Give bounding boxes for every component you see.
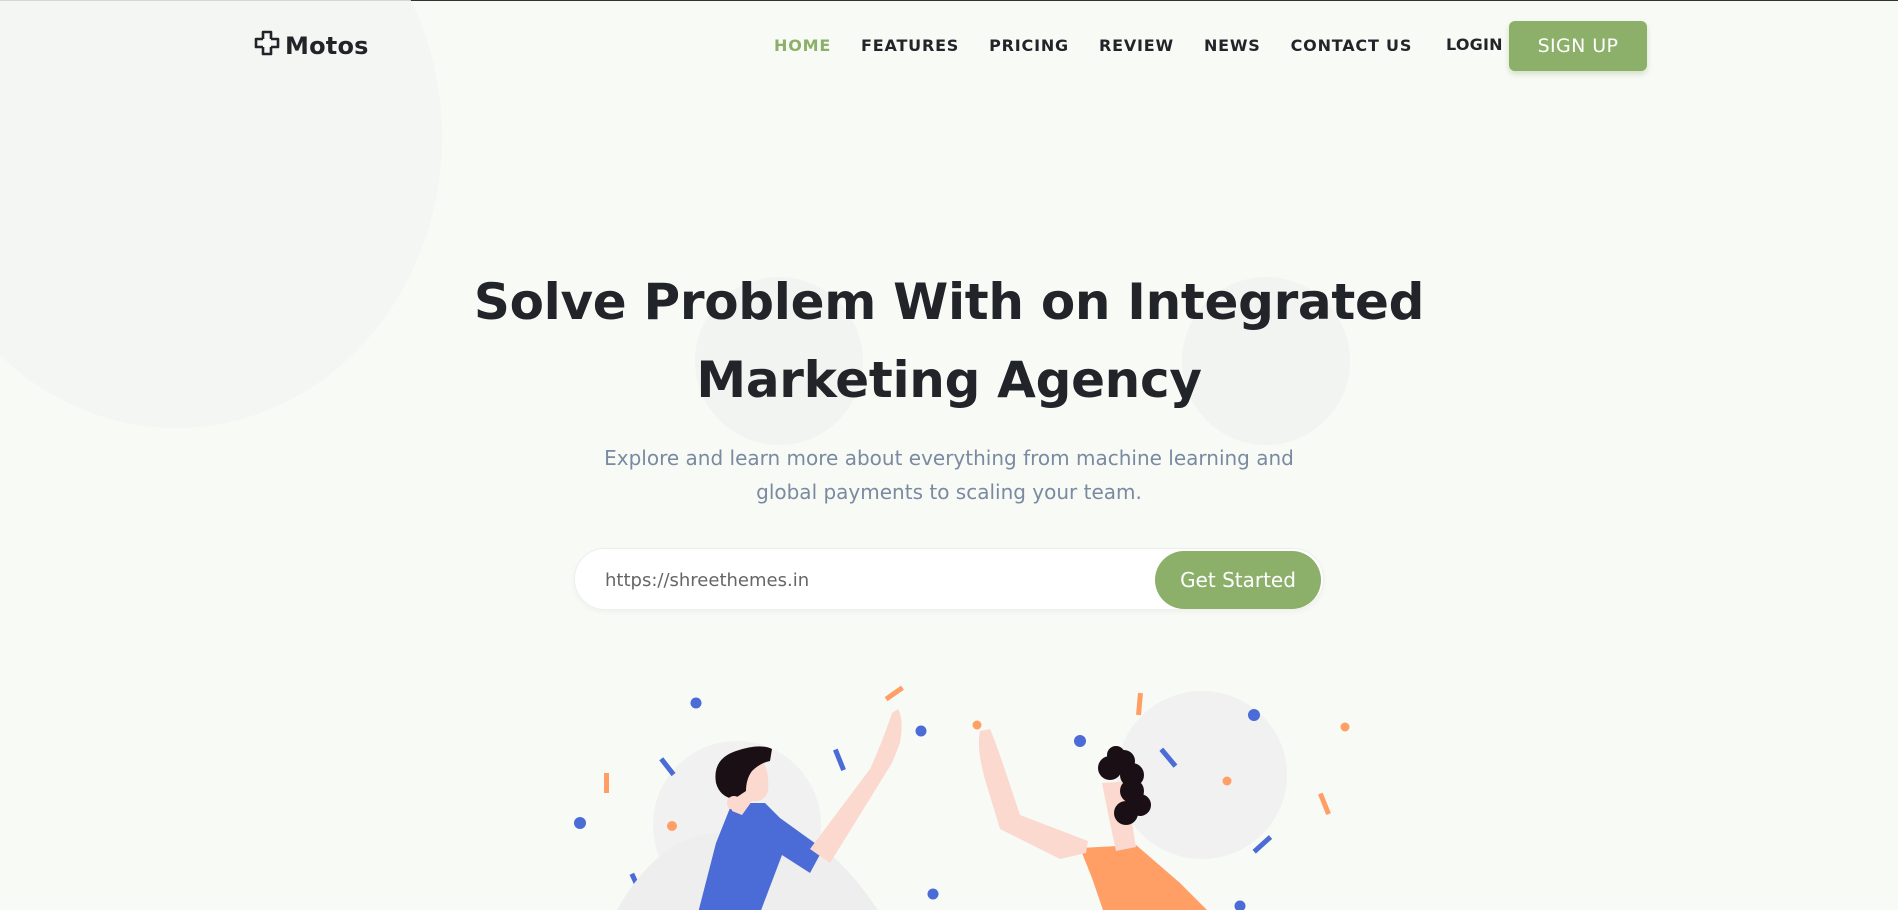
nav-item-review[interactable]: REVIEW: [1099, 36, 1174, 55]
nav-item-news[interactable]: NEWS: [1204, 36, 1261, 55]
brand-name: Motos: [285, 31, 369, 60]
nav-item-contact-us[interactable]: CONTACT US: [1291, 36, 1413, 55]
hero-subtitle: Explore and learn more about everything …: [549, 441, 1349, 509]
nav-item-features[interactable]: FEATURES: [861, 36, 959, 55]
brand-logo[interactable]: Motos: [253, 29, 369, 62]
main-nav: HOME FEATURES PRICING REVIEW NEWS CONTAC…: [774, 36, 1442, 55]
hero-subtitle-line2: global payments to scaling your team.: [756, 480, 1142, 504]
hero-title-line1: Solve Problem With on Integrated: [473, 273, 1425, 331]
hero-subtitle-line1: Explore and learn more about everything …: [604, 446, 1294, 470]
logo-icon: [253, 29, 281, 62]
person-right: [978, 729, 1207, 910]
url-input[interactable]: [605, 565, 1105, 595]
get-started-button[interactable]: Get Started: [1155, 551, 1321, 609]
signup-button[interactable]: SIGN UP: [1509, 21, 1647, 71]
login-link[interactable]: LOGIN: [1446, 35, 1503, 54]
high-five-illustration: [574, 685, 1350, 910]
url-form: Get Started: [574, 548, 1324, 610]
hero-title-line2: Marketing Agency: [696, 351, 1202, 409]
hero-title: Solve Problem With on Integrated Marketi…: [449, 263, 1449, 419]
nav-item-home[interactable]: HOME: [774, 36, 831, 55]
nav-item-pricing[interactable]: PRICING: [989, 36, 1069, 55]
navbar: Motos HOME FEATURES PRICING REVIEW NEWS …: [0, 1, 1898, 89]
